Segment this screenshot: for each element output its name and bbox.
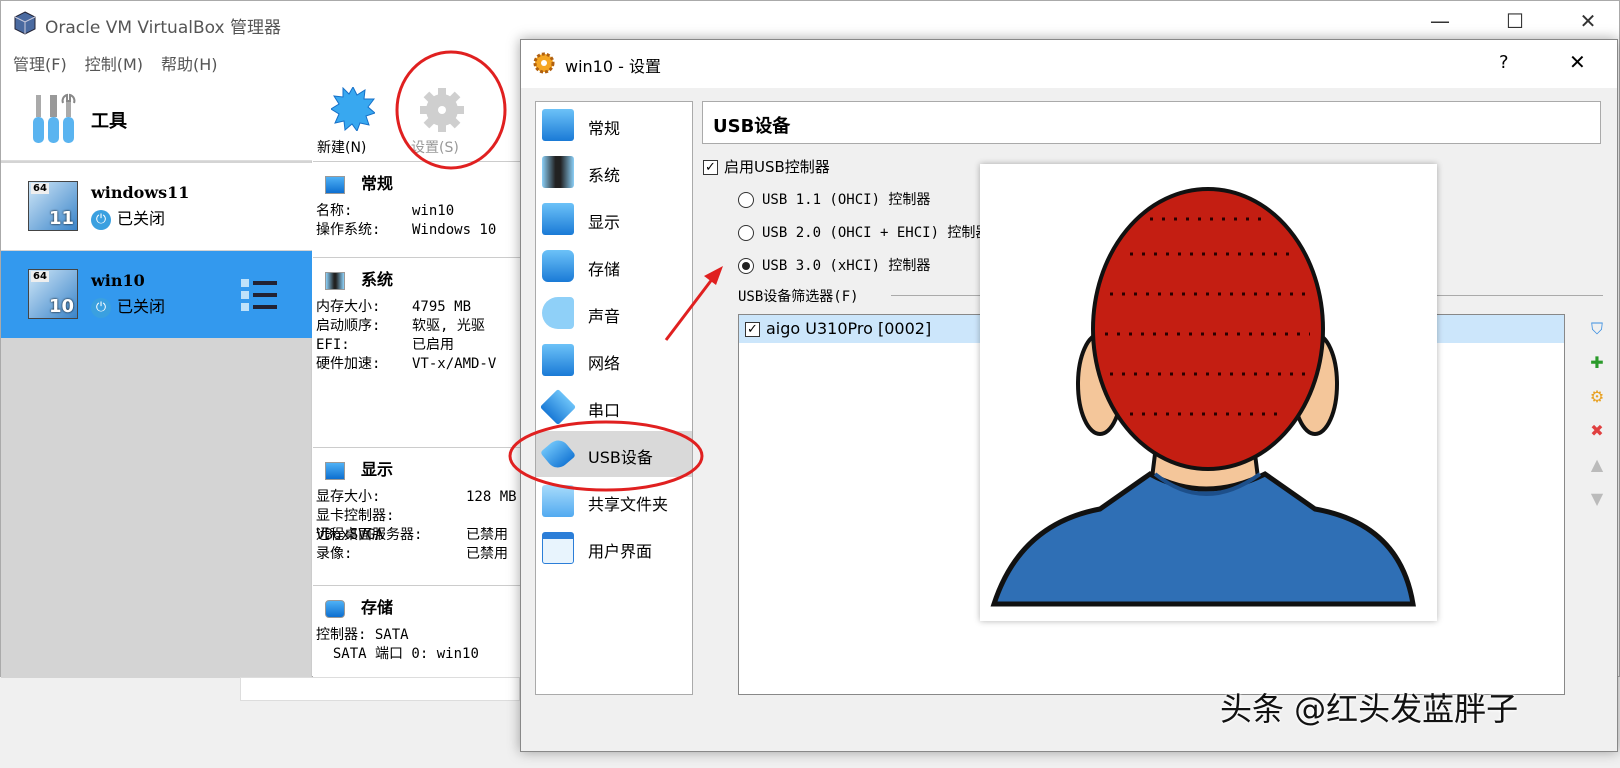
section-general: 常规 名称: win10 操作系统: Windows 10: [313, 161, 521, 257]
section-title: 存储: [361, 598, 394, 617]
move-filter-down-icon[interactable]: ▼: [1585, 489, 1609, 513]
vm-details-pane: 新建(N) 设置(S) 常规 名称: win10 操作系统: Windows 10 系…: [313, 81, 521, 678]
dialog-title: win10 - 设置: [565, 57, 661, 76]
dialog-titlebar: win10 - 设置 ? ✕: [521, 40, 1617, 88]
settings-button[interactable]: 设置(S): [405, 83, 475, 159]
maximize-button[interactable]: ☐: [1500, 9, 1530, 33]
general-icon: [325, 175, 345, 194]
radio-usb11[interactable]: USB 1.1 (OHCI) 控制器: [738, 189, 930, 209]
menu-control[interactable]: 控制(M): [85, 55, 143, 74]
page-header: USB设备: [702, 101, 1601, 144]
menu-bar: 管理(F) 控制(M) 帮助(H): [1, 49, 521, 81]
storage-disk-icon: [542, 250, 574, 282]
section-title: 常规: [361, 174, 394, 193]
enable-usb-checkbox[interactable]: ✓ 启用USB控制器: [703, 156, 830, 177]
serial-port-icon: [539, 388, 577, 426]
section-title: 系统: [361, 270, 394, 289]
filters-label: USB设备筛选器(F): [738, 289, 859, 305]
nav-general[interactable]: 常规: [536, 102, 692, 148]
radio-icon: [738, 225, 754, 241]
close-button[interactable]: ✕: [1573, 9, 1603, 33]
tools-item[interactable]: 工具: [1, 81, 312, 161]
nav-serial[interactable]: 串口: [536, 384, 692, 430]
tools-label: 工具: [91, 111, 127, 132]
settings-dialog: win10 - 设置 ? ✕ 常规 系统 显示 存储 声音 网络 串口 USB设…: [520, 39, 1618, 752]
vm-state: ⏻ 已关闭: [91, 205, 165, 230]
help-button[interactable]: ?: [1499, 52, 1509, 73]
nav-storage[interactable]: 存储: [536, 243, 692, 289]
vm-state: ⏻ 已关闭: [91, 293, 165, 318]
network-icon: [542, 344, 574, 376]
storage-rows: 控制器: SATA SATA 端口 0: win10: [316, 627, 479, 662]
dialog-close-button[interactable]: ✕: [1569, 50, 1586, 74]
system-chip-icon: [542, 156, 574, 188]
section-title: 显示: [361, 460, 394, 479]
storage-disk-icon: [325, 599, 345, 618]
system-rows: 内存大小: 4795 MB 启动顺序: 软驱, 光驱 EFI: 已启用 硬件加速: VT-x/…: [316, 299, 497, 372]
settings-nav: 常规 系统 显示 存储 声音 网络 串口 USB设备 共享文件夹 用户界面: [535, 101, 693, 695]
folder-icon: [542, 485, 574, 517]
cartoon-redhead-image: [980, 164, 1437, 621]
new-starburst-icon: [331, 87, 375, 131]
new-label: 新建(N): [317, 140, 367, 156]
vm-item-windows11[interactable]: 64 11 windows11 ⏻ 已关闭: [1, 163, 312, 250]
checkbox-checked-icon[interactable]: ✓: [745, 322, 760, 337]
usb-icon: [539, 435, 577, 473]
radio-usb30[interactable]: USB 3.0 (xHCI) 控制器: [738, 255, 930, 275]
radio-selected-icon: [738, 258, 754, 274]
power-off-icon: ⏻: [91, 297, 111, 318]
watermark: 头条 @红头发蓝胖子: [1220, 690, 1519, 728]
section-display: 显示 显存大小: 128 MB 显卡控制器:VBoxSVGA 远程桌面服务器: 已禁用录…: [313, 447, 521, 585]
windows-os-icon: 64 10: [28, 269, 78, 319]
menu-help[interactable]: 帮助(H): [161, 55, 218, 74]
nav-display[interactable]: 显示: [536, 196, 692, 242]
section-storage: 存储 控制器: SATA SATA 端口 0: win10: [313, 585, 521, 678]
display-rows: 显存大小: 128 MB 显卡控制器:VBoxSVGA 远程桌面服务器: 已禁用 录像: 已…: [316, 489, 517, 562]
windows-os-icon: 64 11: [28, 181, 78, 231]
general-icon: [542, 109, 574, 141]
checkbox-checked-icon: ✓: [703, 160, 718, 175]
background-window-edge: [240, 677, 520, 701]
system-chip-icon: [325, 271, 345, 290]
power-off-icon: ⏻: [91, 209, 111, 230]
edit-filter-icon[interactable]: ⚙: [1585, 387, 1609, 411]
settings-gear-icon: [420, 88, 464, 132]
vm-menu-icon[interactable]: [241, 277, 281, 313]
speaker-icon: [542, 297, 574, 329]
settings-gear-orange-icon: [533, 52, 555, 74]
section-system: 系统 内存大小: 4795 MB 启动顺序: 软驱, 光驱 EFI: 已启用 硬件加速: VT…: [313, 257, 521, 431]
minimize-button[interactable]: —: [1425, 9, 1455, 33]
nav-network[interactable]: 网络: [536, 337, 692, 383]
vm-list-pane: 工具 64 11 windows11 ⏻ 已关闭 64 10 win10 ⏻ 已关闭: [1, 81, 312, 678]
virtualbox-logo-icon: [14, 11, 36, 35]
radio-usb20[interactable]: USB 2.0 (OHCI + EHCI) 控制器: [738, 222, 989, 242]
user-interface-icon: [542, 532, 574, 564]
radio-icon: [738, 192, 754, 208]
general-rows: 名称: win10 操作系统: Windows 10: [316, 203, 497, 238]
add-empty-filter-icon[interactable]: ⛉: [1585, 319, 1609, 343]
nav-user-interface[interactable]: 用户界面: [536, 525, 692, 571]
nav-usb[interactable]: USB设备: [536, 431, 692, 477]
remove-filter-icon[interactable]: ✖: [1585, 421, 1609, 445]
add-filter-from-device-icon[interactable]: ✚: [1585, 353, 1609, 377]
display-icon: [542, 203, 574, 235]
new-button[interactable]: 新建(N): [315, 83, 385, 159]
tools-icon: [33, 93, 76, 143]
vm-item-win10[interactable]: 64 10 win10 ⏻ 已关闭: [1, 251, 312, 338]
nav-system[interactable]: 系统: [536, 149, 692, 195]
nav-shared-folders[interactable]: 共享文件夹: [536, 478, 692, 524]
vm-name: windows11: [91, 183, 190, 202]
window-title: Oracle VM VirtualBox 管理器: [45, 18, 281, 38]
move-filter-up-icon[interactable]: ▲: [1585, 455, 1609, 479]
vm-name: win10: [91, 271, 145, 290]
display-icon: [325, 461, 345, 480]
settings-label: 设置(S): [411, 140, 459, 156]
toolbar: 新建(N) 设置(S): [313, 81, 521, 161]
nav-audio[interactable]: 声音: [536, 290, 692, 336]
menu-manage[interactable]: 管理(F): [13, 55, 67, 74]
